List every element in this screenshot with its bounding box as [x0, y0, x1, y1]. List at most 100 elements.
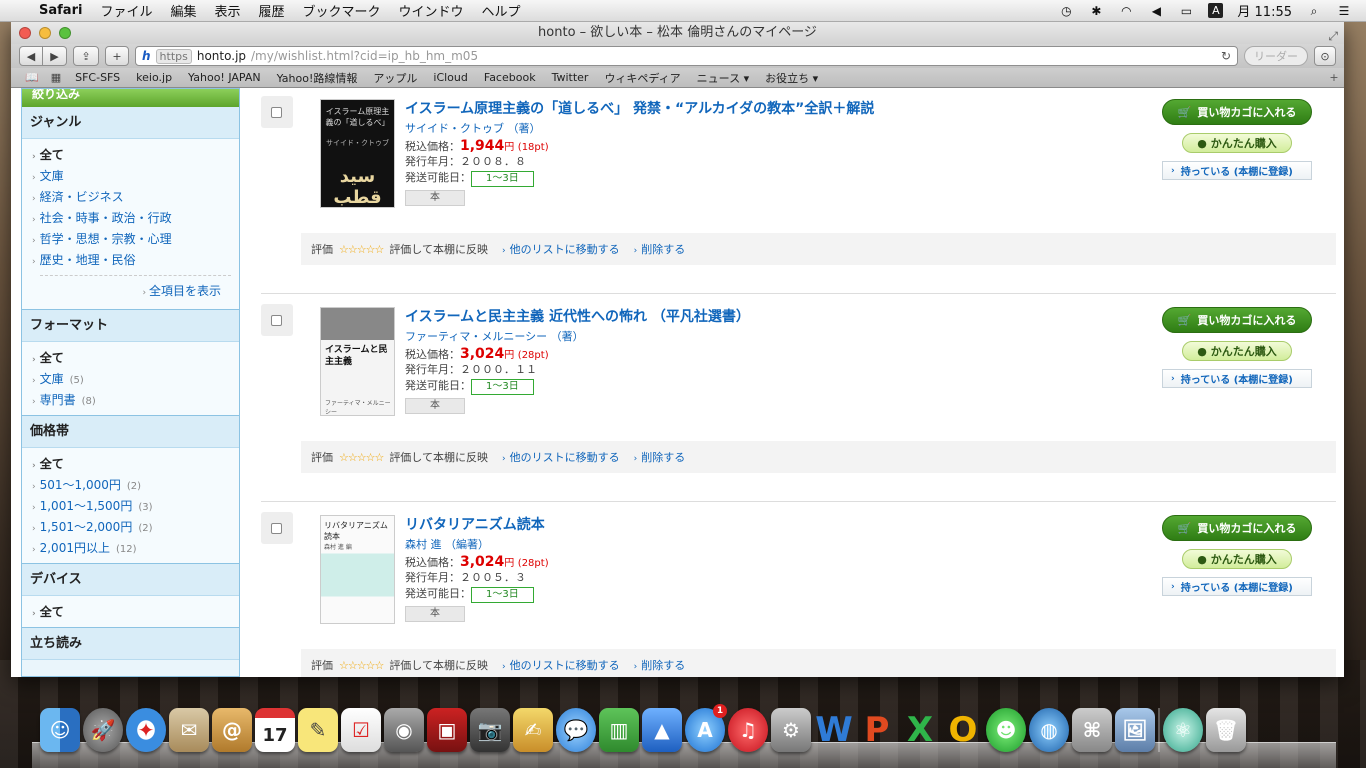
rating-stars[interactable]: ☆☆☆☆☆	[339, 451, 384, 464]
spotlight-search-icon[interactable]: ⌕	[1306, 4, 1322, 18]
calendar-icon[interactable]: 17	[255, 708, 295, 752]
price-filter-all[interactable]: › 全て	[32, 454, 239, 475]
preview-icon[interactable]: 🖼	[1115, 708, 1155, 752]
menu-app-name[interactable]: Safari	[30, 3, 91, 18]
mail-icon[interactable]: ✉	[169, 708, 209, 752]
app-store-icon[interactable]: A1	[685, 704, 727, 752]
genre-filter-item[interactable]: › 哲学・思想・宗教・心理	[32, 229, 239, 250]
itunes-icon[interactable]: ♫	[728, 708, 768, 752]
bookmark-item[interactable]: ウィキペディア	[596, 70, 688, 86]
add-to-cart-button[interactable]: 🛒 買い物カゴに入れる	[1162, 99, 1312, 125]
menubar-clock[interactable]: 月 11:55	[1237, 1, 1292, 20]
bookmark-item[interactable]: Twitter	[544, 71, 597, 84]
own-it-button[interactable]: › 持っている (本棚に登録)	[1162, 577, 1312, 596]
minimize-window-button[interactable]	[39, 27, 51, 39]
time-machine-icon[interactable]: ◷	[1058, 4, 1074, 18]
own-it-button[interactable]: › 持っている (本棚に登録)	[1162, 369, 1312, 388]
add-tab-icon[interactable]: +	[1324, 71, 1344, 84]
messages-icon[interactable]: 💬	[556, 708, 596, 752]
facetime-icon[interactable]: ◉	[384, 708, 424, 752]
finder-icon[interactable]: ☺	[40, 708, 80, 752]
top-sites-icon[interactable]: ▦	[45, 71, 67, 84]
messenger-icon[interactable]: ☻	[986, 708, 1026, 752]
price-filter-item[interactable]: › 1,001〜1,500円 (3)	[32, 496, 239, 517]
move-to-list-link[interactable]: › 他のリストに移動する	[502, 241, 620, 257]
iphoto-icon[interactable]: 📷	[470, 708, 510, 752]
safari-icon[interactable]: ✦	[126, 708, 166, 752]
remote-desktop-icon[interactable]: ⌘	[1072, 708, 1112, 752]
battery-icon[interactable]: ▭	[1178, 4, 1194, 18]
move-to-list-link[interactable]: › 他のリストに移動する	[502, 449, 620, 465]
reload-icon[interactable]: ↻	[1221, 49, 1231, 63]
contacts-icon[interactable]: @	[212, 708, 252, 752]
network-globe-icon[interactable]: ◍	[1029, 708, 1069, 752]
share-button[interactable]: ⇪	[73, 46, 99, 66]
product-author-link[interactable]: 森村 進 （編著）	[405, 536, 1136, 554]
bookmark-item[interactable]: Yahoo!路線情報	[269, 70, 366, 86]
new-tab-button[interactable]: +	[105, 46, 129, 66]
notes-icon[interactable]: ✎	[298, 708, 338, 752]
rating-stars[interactable]: ☆☆☆☆☆	[339, 659, 384, 672]
menu-view[interactable]: 表示	[205, 1, 249, 20]
add-to-cart-button[interactable]: 🛒 買い物カゴに入れる	[1162, 307, 1312, 333]
menu-help[interactable]: ヘルプ	[473, 1, 530, 20]
reminders-icon[interactable]: ☑	[341, 708, 381, 752]
input-source-indicator[interactable]: A	[1208, 3, 1224, 18]
select-checkbox[interactable]	[261, 96, 293, 128]
photobooth-icon[interactable]: ▣	[427, 708, 467, 752]
product-author-link[interactable]: ファーティマ・メルニーシー （著）	[405, 328, 1136, 346]
product-author-link[interactable]: サイイド・クトゥブ （著）	[405, 120, 1136, 138]
bookmark-folder[interactable]: お役立ち ▾	[757, 70, 826, 86]
delete-link[interactable]: › 削除する	[634, 657, 686, 673]
genre-filter-all[interactable]: › 全て	[32, 145, 239, 166]
select-checkbox[interactable]	[261, 512, 293, 544]
menu-window[interactable]: ウインドウ	[390, 1, 473, 20]
device-filter-all[interactable]: › 全て	[32, 602, 239, 623]
bluetooth-icon[interactable]: ✱	[1088, 4, 1104, 18]
genre-filter-item[interactable]: › 文庫	[32, 166, 239, 187]
back-button[interactable]: ◀	[19, 46, 43, 66]
word-icon[interactable]: W	[814, 708, 854, 752]
menu-edit[interactable]: 編集	[161, 1, 205, 20]
show-all-genres-link[interactable]: › 全項目を表示	[40, 275, 231, 305]
product-title-link[interactable]: リバタリアニズム読本	[405, 514, 1136, 536]
format-filter-item[interactable]: › 専門書 (8)	[32, 390, 239, 411]
bookmark-item[interactable]: keio.jp	[128, 71, 180, 84]
reading-list-icon[interactable]: 📖	[19, 71, 45, 84]
product-title-link[interactable]: イスラームと民主主義 近代性への怖れ （平凡社選書）	[405, 306, 1136, 328]
quick-buy-button[interactable]: ● かんたん購入	[1182, 549, 1292, 569]
fullscreen-icon[interactable]: ⤢	[1328, 25, 1338, 47]
format-filter-all[interactable]: › 全て	[32, 348, 239, 369]
format-filter-item[interactable]: › 文庫 (5)	[32, 369, 239, 390]
delete-link[interactable]: › 削除する	[634, 449, 686, 465]
numbers-icon[interactable]: ▥	[599, 708, 639, 752]
quick-buy-button[interactable]: ● かんたん購入	[1182, 341, 1292, 361]
notification-center-icon[interactable]: ☰	[1336, 4, 1352, 18]
rating-stars[interactable]: ☆☆☆☆☆	[339, 243, 384, 256]
downloads-button[interactable]: ⊙	[1314, 46, 1336, 66]
own-it-button[interactable]: › 持っている (本棚に登録)	[1162, 161, 1312, 180]
product-title-link[interactable]: イスラーム原理主義の「道しるべ」 発禁・“アルカイダの教本”全訳＋解説	[405, 98, 1136, 120]
bookmark-item[interactable]: Facebook	[476, 71, 544, 84]
pages-icon[interactable]: ✍	[513, 708, 553, 752]
price-filter-item[interactable]: › 2,001円以上 (12)	[32, 538, 239, 559]
wifi-icon[interactable]: ◠	[1118, 4, 1134, 18]
delete-link[interactable]: › 削除する	[634, 241, 686, 257]
forward-button[interactable]: ▶	[43, 46, 67, 66]
genre-filter-item[interactable]: › 社会・時事・政治・行政	[32, 208, 239, 229]
system-preferences-icon[interactable]: ⚙	[771, 708, 811, 752]
atom-app-icon[interactable]: ⚛	[1163, 708, 1203, 752]
select-checkbox[interactable]	[261, 304, 293, 336]
add-to-cart-button[interactable]: 🛒 買い物カゴに入れる	[1162, 515, 1312, 541]
zoom-window-button[interactable]	[59, 27, 71, 39]
bookmark-item[interactable]: Yahoo! JAPAN	[180, 71, 269, 84]
quick-buy-button[interactable]: ● かんたん購入	[1182, 133, 1292, 153]
bookmark-item[interactable]: SFC-SFS	[67, 71, 128, 84]
reader-button[interactable]: リーダー	[1244, 46, 1308, 66]
menu-history[interactable]: 履歴	[249, 1, 293, 20]
menu-file[interactable]: ファイル	[91, 1, 161, 20]
close-window-button[interactable]	[19, 27, 31, 39]
genre-filter-item[interactable]: › 経済・ビジネス	[32, 187, 239, 208]
bookmark-folder[interactable]: ニュース ▾	[689, 70, 757, 86]
keynote-icon[interactable]: ▲	[642, 708, 682, 752]
